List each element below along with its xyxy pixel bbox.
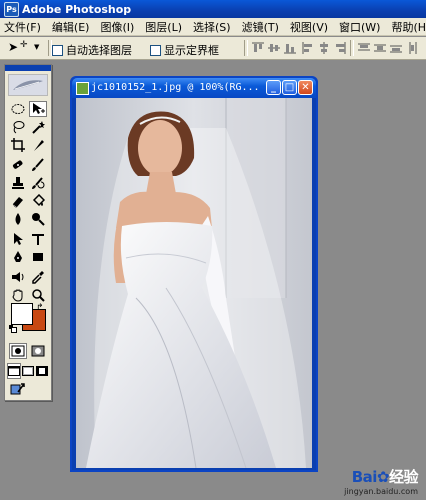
align-left-icon[interactable] — [302, 42, 314, 54]
show-bounding-box-label: 显示定界框 — [164, 44, 219, 57]
paint-bucket-tool-icon[interactable] — [29, 193, 47, 209]
menu-filter[interactable]: 滤镜(T) — [242, 19, 279, 35]
standard-mode-icon[interactable] — [9, 343, 27, 359]
menu-select[interactable]: 选择(S) — [193, 19, 231, 35]
tools-palette-header[interactable] — [5, 65, 51, 71]
menu-help[interactable]: 帮助(H) — [391, 19, 426, 35]
foreground-color-swatch[interactable] — [11, 303, 33, 325]
history-brush-tool-icon[interactable] — [29, 175, 47, 191]
tool-preset-picker[interactable]: ➤ ✛ ▼ — [6, 40, 44, 56]
notes-tool-icon[interactable] — [9, 269, 27, 285]
options-divider — [244, 40, 248, 56]
auto-select-layer-label: 自动选择图层 — [66, 44, 132, 57]
hand-tool-icon[interactable] — [9, 287, 27, 303]
distribute-bottom-icon[interactable] — [390, 42, 402, 54]
quick-mask-mode-icon[interactable] — [29, 343, 47, 359]
menu-bar: 文件(F) 编辑(E) 图像(I) 图层(L) 选择(S) 滤镜(T) 视图(V… — [0, 18, 426, 36]
menu-layer[interactable]: 图层(L) — [145, 19, 182, 35]
options-bar: ➤ ✛ ▼ 自动选择图层 显示定界框 — [0, 37, 426, 60]
document-window: jc1010152_1.jpg @ 100%(RG... _ □ ✕ — [70, 76, 318, 472]
move-tool-icon: ➤ — [8, 40, 19, 54]
chevron-down-icon: ▼ — [34, 43, 40, 51]
document-title-bar[interactable]: jc1010152_1.jpg @ 100%(RG... _ □ ✕ — [72, 78, 316, 98]
menu-edit[interactable]: 编辑(E) — [52, 19, 90, 35]
app-title: Adobe Photoshop — [22, 3, 132, 16]
menu-view[interactable]: 视图(V) — [290, 19, 328, 35]
full-screen-menu-mode-icon[interactable] — [21, 363, 35, 379]
watermark-brand: Bai✿经验 — [351, 468, 419, 486]
align-vertical-center-icon[interactable] — [268, 42, 280, 54]
marquee-tool-icon[interactable] — [9, 101, 27, 117]
tools-palette: ↱ — [4, 64, 52, 401]
checkbox-box — [52, 44, 63, 56]
zoom-tool-icon[interactable] — [29, 287, 47, 303]
document-icon — [76, 82, 89, 95]
menu-file[interactable]: 文件(F) — [4, 19, 41, 35]
options-divider — [350, 40, 354, 56]
slice-tool-icon[interactable] — [29, 137, 47, 153]
maximize-button[interactable]: □ — [282, 80, 297, 95]
healing-brush-tool-icon[interactable] — [9, 157, 27, 173]
distribute-top-icon[interactable] — [358, 42, 370, 54]
menu-image[interactable]: 图像(I) — [100, 19, 134, 35]
align-horizontal-center-icon[interactable] — [318, 42, 330, 54]
blur-tool-icon[interactable] — [9, 211, 27, 227]
full-screen-mode-icon[interactable] — [35, 363, 49, 379]
align-top-icon[interactable] — [252, 42, 264, 54]
show-bounding-box-checkbox[interactable]: 显示定界框 — [150, 42, 219, 58]
eraser-tool-icon[interactable] — [9, 193, 27, 209]
minimize-button[interactable]: _ — [266, 80, 281, 95]
type-tool-icon[interactable] — [29, 231, 47, 247]
eyedropper-tool-icon[interactable] — [29, 269, 47, 285]
align-bottom-icon[interactable] — [284, 42, 296, 54]
pen-tool-icon[interactable] — [9, 249, 27, 265]
app-title-bar: Ps Adobe Photoshop — [0, 0, 426, 18]
watermark-url: jingyan.baidu.com — [344, 487, 418, 496]
dodge-tool-icon[interactable] — [29, 211, 47, 227]
adobe-online-feather-icon[interactable] — [8, 74, 48, 96]
menu-window[interactable]: 窗口(W) — [339, 19, 380, 35]
align-right-icon[interactable] — [334, 42, 346, 54]
lasso-tool-icon[interactable] — [9, 119, 27, 135]
clone-stamp-tool-icon[interactable] — [9, 175, 27, 191]
rectangle-tool-icon[interactable] — [29, 249, 47, 265]
path-selection-tool-icon[interactable] — [9, 231, 27, 247]
close-button[interactable]: ✕ — [298, 80, 313, 95]
bride-photo — [76, 98, 312, 468]
default-colors-icon[interactable] — [9, 325, 17, 333]
paw-icon: ✿ — [376, 468, 390, 486]
image-canvas[interactable] — [76, 98, 312, 468]
auto-select-layer-checkbox[interactable]: 自动选择图层 — [52, 42, 132, 58]
standard-screen-mode-icon[interactable] — [7, 363, 21, 379]
brush-tool-icon[interactable] — [29, 157, 47, 173]
document-title: jc1010152_1.jpg @ 100%(RG... — [91, 82, 260, 93]
distribute-left-icon[interactable] — [408, 42, 420, 54]
distribute-center-icon[interactable] — [374, 42, 386, 54]
watermark: Bai✿经验 jingyan.baidu.com — [344, 466, 418, 496]
move-cross-icon: ✛ — [20, 40, 28, 50]
photoshop-app-icon: Ps — [4, 2, 19, 17]
crop-tool-icon[interactable] — [9, 137, 27, 153]
checkbox-box — [150, 44, 161, 56]
jump-to-imageready-icon[interactable] — [9, 381, 27, 397]
magic-wand-tool-icon[interactable] — [29, 119, 47, 135]
move-tool-icon[interactable] — [29, 101, 47, 117]
